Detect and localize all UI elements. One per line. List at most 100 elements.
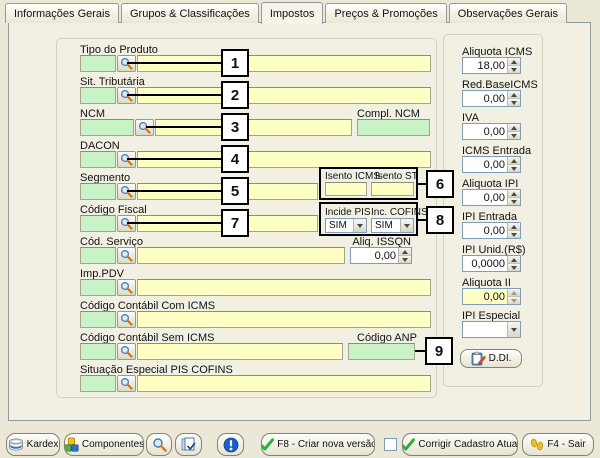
spin-down-icon[interactable] (508, 131, 520, 139)
callout-line-3 (146, 126, 221, 128)
spin-up-icon[interactable] (508, 91, 520, 98)
ddi-button[interactable]: D.DI. (460, 349, 522, 368)
aliquota-ipi-spinner[interactable]: 0,00 (462, 189, 521, 206)
tab-observacoes-gerais[interactable]: Observações Gerais (449, 3, 567, 23)
spin-up-icon[interactable] (508, 190, 520, 197)
search-icon (120, 249, 133, 262)
spin-down-icon[interactable] (508, 197, 520, 205)
pis-cofins-box: Incide PIS Inc. COFINS SIM SIM (319, 202, 418, 236)
app-window: Informações Gerais Grupos & Classificaçõ… (0, 0, 600, 458)
f4-sair-button[interactable]: F4 - Sair (522, 433, 594, 456)
imp-pdv-code-input[interactable] (80, 279, 116, 296)
spin-up-icon[interactable] (508, 256, 520, 263)
codigo-fiscal-code-input[interactable] (80, 215, 116, 232)
icms-entrada-value: 0,00 (463, 157, 507, 172)
aliquota-ii-spinner[interactable]: 0,00 (462, 288, 521, 305)
segmento-code-input[interactable] (80, 183, 116, 200)
ipi-entrada-spinner[interactable]: 0,00 (462, 222, 521, 239)
spin-up-icon[interactable] (508, 289, 520, 296)
inc-cofins-select[interactable]: SIM (371, 218, 414, 233)
callout-line-5 (127, 190, 221, 192)
aliquota-icms-spinner[interactable]: 18,00 (462, 57, 521, 74)
spin-down-icon[interactable] (508, 263, 520, 271)
situacao-especial-code-input[interactable] (80, 375, 116, 392)
cod-contabil-com-icms-search-button[interactable] (117, 311, 136, 328)
document-check-icon (181, 437, 197, 452)
ncm-code-input[interactable] (80, 119, 134, 136)
isento-st-input[interactable] (371, 182, 414, 196)
tipo-produto-code-input[interactable] (80, 55, 116, 72)
cod-servico-search-button[interactable] (117, 247, 136, 264)
aliq-issqn-value: 0,00 (351, 248, 398, 263)
situacao-especial-search-button[interactable] (117, 375, 136, 392)
search-tool-button[interactable] (146, 433, 172, 456)
cod-contabil-com-icms-desc-input[interactable] (137, 311, 431, 328)
spin-down-icon[interactable] (508, 296, 520, 304)
spin-up-icon[interactable] (508, 58, 520, 65)
spin-down-icon[interactable] (508, 65, 520, 73)
callout-2: 2 (221, 81, 249, 109)
kardex-button[interactable]: Kardex (6, 433, 60, 456)
spin-down-icon[interactable] (399, 255, 411, 263)
tab-impostos[interactable]: Impostos (261, 2, 324, 24)
ipi-especial-value (463, 322, 507, 337)
ipi-especial-select[interactable] (462, 321, 521, 338)
search-icon (120, 345, 133, 358)
spin-down-icon[interactable] (508, 230, 520, 238)
chevron-down-icon[interactable] (353, 219, 366, 232)
cod-contabil-sem-icms-search-button[interactable] (117, 343, 136, 360)
f4-sair-button-label: F4 - Sair (547, 439, 585, 450)
cod-contabil-sem-icms-code-input[interactable] (80, 343, 116, 360)
tab-grupos-classificacoes[interactable]: Grupos & Classificações (121, 3, 259, 23)
chevron-down-icon[interactable] (507, 322, 520, 337)
check-icon (261, 437, 274, 452)
spin-down-icon[interactable] (508, 164, 520, 172)
corrigir-checkbox[interactable] (384, 438, 397, 451)
sit-tributaria-code-input[interactable] (80, 87, 116, 104)
callout-1: 1 (221, 49, 249, 77)
spin-up-icon[interactable] (508, 124, 520, 131)
callout-line-9 (415, 350, 425, 352)
imp-pdv-search-button[interactable] (117, 279, 136, 296)
tab-informacoes-gerais[interactable]: Informações Gerais (5, 3, 119, 23)
f8-criar-nova-versao-button[interactable]: F8 - Criar nova versão (261, 433, 375, 456)
f8-button-label: F8 - Criar nova versão (277, 439, 375, 450)
callout-line-2 (127, 94, 221, 96)
spin-up-icon[interactable] (508, 157, 520, 164)
cod-contabil-com-icms-code-input[interactable] (80, 311, 116, 328)
icms-entrada-spinner[interactable]: 0,00 (462, 156, 521, 173)
spin-down-icon[interactable] (508, 98, 520, 106)
isento-icms-input[interactable] (325, 182, 367, 196)
ipi-entrada-value: 0,00 (463, 223, 507, 238)
document-check-button[interactable] (175, 433, 202, 456)
spin-up-icon[interactable] (508, 223, 520, 230)
red-base-icms-spinner[interactable]: 0,00 (462, 90, 521, 107)
search-icon (120, 313, 133, 326)
check-icon (402, 437, 415, 452)
tab-precos-promocoes[interactable]: Preços & Promoções (325, 3, 446, 23)
chevron-down-icon[interactable] (400, 219, 413, 232)
exclamation-icon (223, 437, 239, 453)
iva-value: 0,00 (463, 124, 507, 139)
callout-line-7 (127, 222, 221, 224)
cod-contabil-sem-icms-desc-input[interactable] (137, 343, 343, 360)
info-alert-button[interactable] (217, 433, 244, 456)
iva-spinner[interactable]: 0,00 (462, 123, 521, 140)
codigo-anp-input[interactable] (348, 343, 415, 360)
cod-servico-desc-input[interactable] (137, 247, 345, 264)
situacao-especial-desc-input[interactable] (137, 375, 431, 392)
imp-pdv-desc-input[interactable] (137, 279, 431, 296)
footprints-icon (530, 437, 544, 452)
callout-8: 8 (426, 206, 454, 234)
incide-pis-select[interactable]: SIM (325, 218, 367, 233)
aliq-issqn-spinner[interactable]: 0,00 (350, 247, 412, 264)
componentes-button[interactable]: Componentes (64, 433, 144, 456)
isento-icms-label: Isento ICMS (325, 171, 380, 182)
ipi-unid-spinner[interactable]: 0,0000 (462, 255, 521, 272)
corrigir-cadastro-button[interactable]: Corrigir Cadastro Atual (402, 433, 518, 456)
cod-servico-code-input[interactable] (80, 247, 116, 264)
compl-ncm-input[interactable] (357, 119, 430, 136)
spin-up-icon[interactable] (399, 248, 411, 255)
dacon-code-input[interactable] (80, 151, 116, 168)
kardex-drum-icon (8, 437, 24, 452)
